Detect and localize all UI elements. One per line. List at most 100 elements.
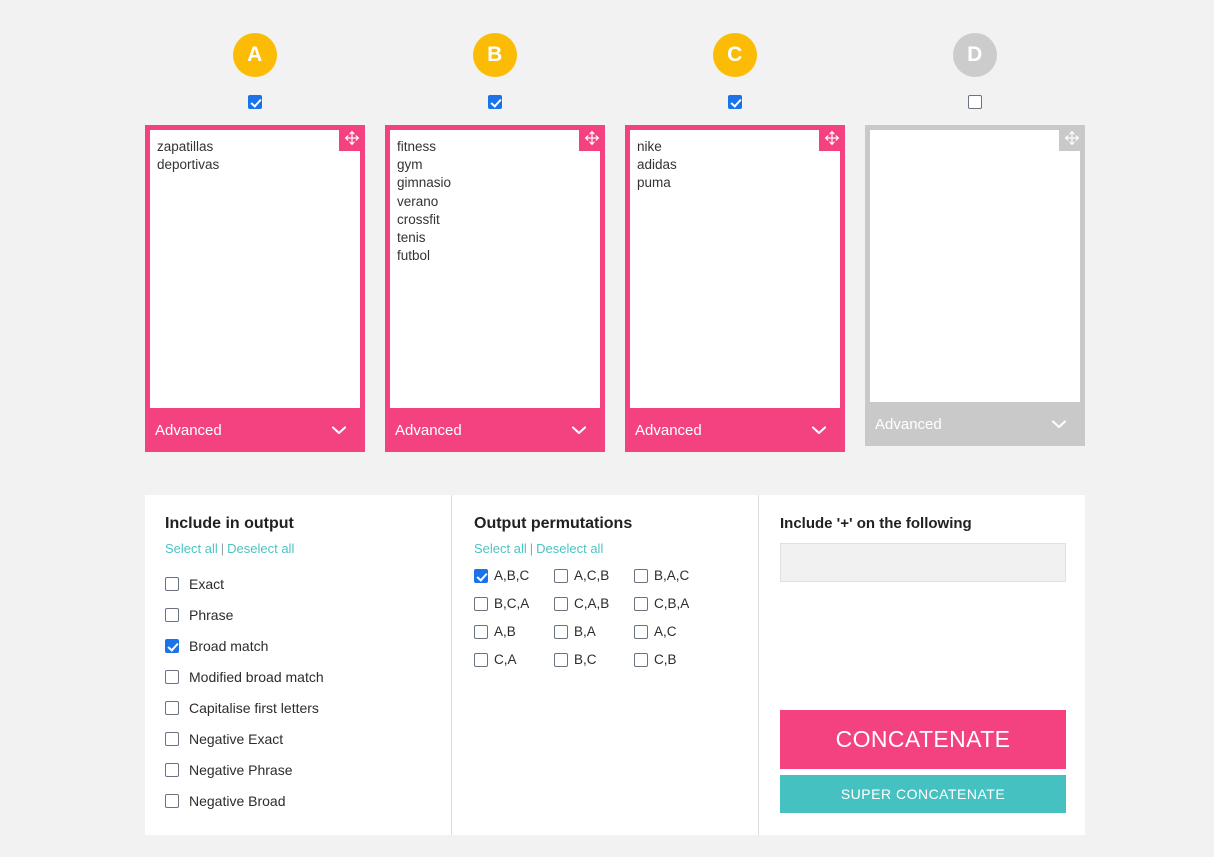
column-enable-checkbox-c[interactable] bbox=[728, 95, 742, 109]
permutation-option[interactable]: B,C,A bbox=[474, 596, 554, 611]
include-option-label: Negative Broad bbox=[189, 792, 286, 809]
include-option-checkbox[interactable] bbox=[165, 793, 179, 808]
move-arrows-icon[interactable] bbox=[819, 125, 845, 151]
permutation-checkbox[interactable] bbox=[554, 624, 568, 639]
options-panel: Include in output Select all | Deselect al… bbox=[145, 495, 1085, 835]
include-option-checkbox[interactable] bbox=[165, 700, 179, 715]
permutation-checkbox[interactable] bbox=[474, 624, 488, 639]
permutation-option[interactable]: A,B bbox=[474, 624, 554, 639]
include-option-row[interactable]: Broad match bbox=[165, 630, 451, 661]
permutations-grid: A,B,C A,C,B B,A,C B,C,A C,A,B C,B,A A,B B,A A,C C… bbox=[474, 568, 758, 667]
keyword-columns-area: A Advanced B Advanced C Advanced D Advanced bbox=[0, 0, 1214, 480]
permutations-deselect-all-link[interactable]: Deselect all bbox=[536, 541, 603, 556]
permutation-option[interactable]: B,A bbox=[554, 624, 634, 639]
permutation-checkbox[interactable] bbox=[554, 596, 568, 611]
advanced-toggle-d[interactable]: Advanced bbox=[870, 402, 1080, 446]
include-option-label: Phrase bbox=[189, 606, 234, 623]
include-option-label: Broad match bbox=[189, 637, 269, 654]
include-option-label: Capitalise first letters bbox=[189, 699, 319, 716]
permutation-checkbox[interactable] bbox=[634, 624, 648, 639]
advanced-label: Advanced bbox=[875, 415, 942, 433]
move-arrows-icon[interactable] bbox=[1059, 125, 1085, 151]
permutation-checkbox[interactable] bbox=[474, 596, 488, 611]
permutation-option[interactable]: C,A bbox=[474, 652, 554, 667]
include-option-checkbox[interactable] bbox=[165, 638, 179, 653]
permutation-option[interactable]: C,B bbox=[634, 652, 714, 667]
permutation-option[interactable]: C,B,A bbox=[634, 596, 714, 611]
permutations-select-links: Select all | Deselect all bbox=[474, 541, 758, 556]
include-option-checkbox[interactable] bbox=[165, 731, 179, 746]
permutation-checkbox[interactable] bbox=[634, 596, 648, 611]
permutation-label: C,A,B bbox=[574, 596, 610, 611]
advanced-toggle-c[interactable]: Advanced bbox=[630, 408, 840, 452]
permutation-option[interactable]: C,A,B bbox=[554, 596, 634, 611]
include-option-row[interactable]: Capitalise first letters bbox=[165, 692, 451, 723]
chevron-down-icon bbox=[331, 422, 347, 439]
permutation-option[interactable]: A,C bbox=[634, 624, 714, 639]
output-permutations-title: Output permutations bbox=[474, 515, 633, 532]
advanced-toggle-a[interactable]: Advanced bbox=[150, 408, 360, 452]
column-enable-checkbox-b[interactable] bbox=[488, 95, 502, 109]
keyword-textarea-d[interactable] bbox=[870, 130, 1080, 402]
column-card: Advanced bbox=[385, 125, 605, 452]
permutation-option[interactable]: B,A,C bbox=[634, 568, 714, 583]
permutation-label: C,A bbox=[494, 652, 517, 667]
column-card-wrapper: Advanced bbox=[145, 125, 365, 452]
permutation-checkbox[interactable] bbox=[474, 652, 488, 667]
include-option-label: Negative Exact bbox=[189, 730, 284, 747]
include-in-output-select-links: Select all | Deselect all bbox=[165, 541, 451, 556]
column-card: Advanced bbox=[145, 125, 365, 452]
permutation-option[interactable]: A,B,C bbox=[474, 568, 554, 583]
permutation-checkbox[interactable] bbox=[554, 652, 568, 667]
chevron-down-icon bbox=[1051, 416, 1067, 433]
include-option-label: Negative Phrase bbox=[189, 761, 293, 778]
chevron-down-icon bbox=[811, 422, 827, 439]
permutation-label: C,B,A bbox=[654, 596, 690, 611]
move-arrows-icon[interactable] bbox=[339, 125, 365, 151]
move-arrows-icon[interactable] bbox=[579, 125, 605, 151]
super-concatenate-button[interactable]: SUPER CONCATENATE bbox=[780, 775, 1066, 813]
permutation-label: A,B,C bbox=[494, 568, 530, 583]
column-badge-c: C bbox=[713, 33, 757, 77]
column-card: Advanced bbox=[865, 125, 1085, 446]
include-option-row[interactable]: Exact bbox=[165, 568, 451, 599]
include-in-output-section: Include in output Select all | Deselect al… bbox=[145, 495, 451, 835]
permutation-checkbox[interactable] bbox=[634, 652, 648, 667]
chevron-down-icon bbox=[571, 422, 587, 439]
advanced-toggle-b[interactable]: Advanced bbox=[390, 408, 600, 452]
include-option-row[interactable]: Negative Phrase bbox=[165, 754, 451, 785]
advanced-label: Advanced bbox=[635, 421, 702, 439]
include-option-row[interactable]: Negative Broad bbox=[165, 785, 451, 816]
permutation-checkbox[interactable] bbox=[474, 568, 488, 583]
column-enable-checkbox-d[interactable] bbox=[968, 95, 982, 109]
column-enable-checkbox-a[interactable] bbox=[248, 95, 262, 109]
column-enable-row bbox=[145, 95, 365, 111]
include-option-checkbox[interactable] bbox=[165, 669, 179, 684]
include-option-row[interactable]: Phrase bbox=[165, 599, 451, 630]
permutations-links-separator: | bbox=[529, 541, 534, 556]
permutation-checkbox[interactable] bbox=[634, 568, 648, 583]
include-deselect-all-link[interactable]: Deselect all bbox=[227, 541, 294, 556]
include-option-row[interactable]: Modified broad match bbox=[165, 661, 451, 692]
permutations-select-all-link[interactable]: Select all bbox=[474, 541, 527, 556]
keyword-column-c: C Advanced bbox=[625, 0, 845, 452]
permutation-label: B,C,A bbox=[494, 596, 530, 611]
permutation-option[interactable]: A,C,B bbox=[554, 568, 634, 583]
plus-section: Include '+' on the following CONCATENATE… bbox=[758, 495, 1085, 835]
keyword-textarea-b[interactable] bbox=[390, 130, 600, 408]
permutation-option[interactable]: B,C bbox=[554, 652, 634, 667]
plus-input[interactable] bbox=[780, 543, 1066, 582]
concatenate-button[interactable]: CONCATENATE bbox=[780, 710, 1066, 769]
include-links-separator: | bbox=[220, 541, 225, 556]
column-card-wrapper: Advanced bbox=[385, 125, 605, 452]
permutation-checkbox[interactable] bbox=[554, 568, 568, 583]
include-select-all-link[interactable]: Select all bbox=[165, 541, 218, 556]
include-option-checkbox[interactable] bbox=[165, 762, 179, 777]
keyword-column-d: D Advanced bbox=[865, 0, 1085, 446]
keyword-textarea-a[interactable] bbox=[150, 130, 360, 408]
include-option-checkbox[interactable] bbox=[165, 607, 179, 622]
keyword-textarea-c[interactable] bbox=[630, 130, 840, 408]
column-badge-a: A bbox=[233, 33, 277, 77]
include-option-row[interactable]: Negative Exact bbox=[165, 723, 451, 754]
include-option-checkbox[interactable] bbox=[165, 576, 179, 591]
